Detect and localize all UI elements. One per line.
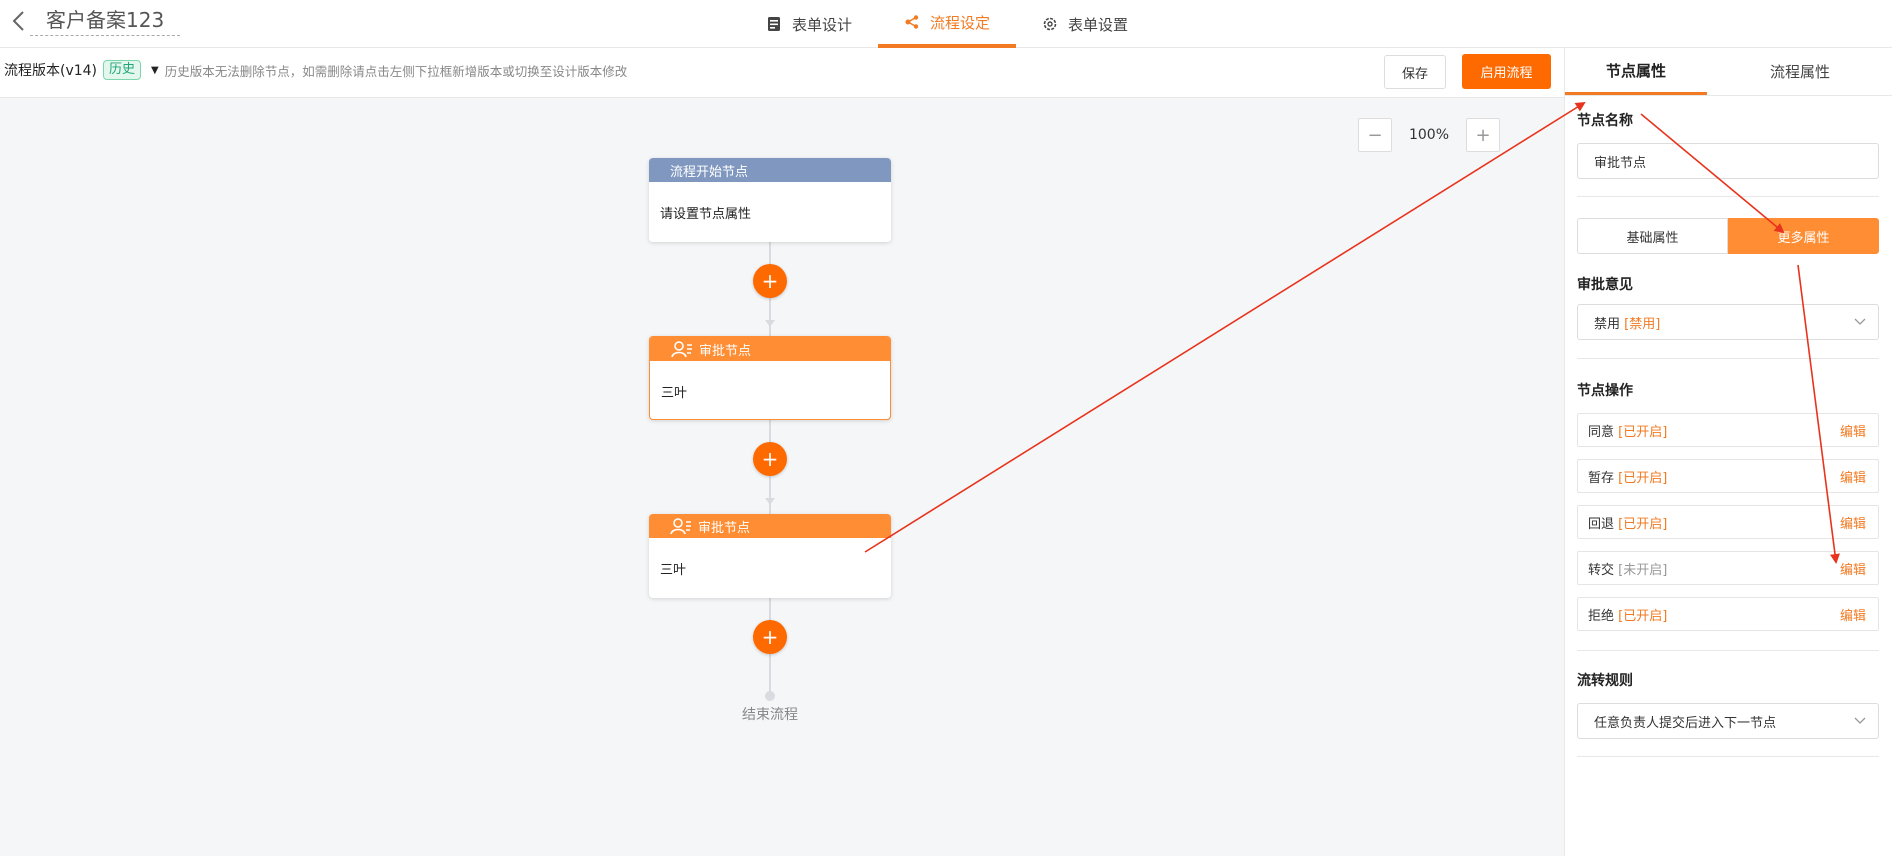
node-body: 请设置节点属性 [660,206,752,222]
approval-node[interactable]: 审批节点 三叶 [649,514,891,598]
select-tag: [禁用] [1624,316,1661,332]
end-flow-label: 结束流程 [742,707,798,723]
operation-row: 转交 [未开启] 编辑 [1577,551,1879,585]
operation-status: [已开启] [1618,470,1668,486]
divider [1577,650,1879,651]
node-body: 三叶 [660,562,687,578]
zoom-out-button[interactable]: − [1358,118,1392,152]
flow-rule-label: 流转规则 [1577,673,1633,689]
flow-canvas[interactable]: − 100% + 流程开始节点 请设置节点属性 + 审批节点 三叶 + 审批节点… [0,98,1564,856]
operation-status: [已开启] [1618,608,1668,624]
tab-node-properties[interactable]: 节点属性 [1565,48,1707,95]
tab-label: 流程设定 [930,13,991,32]
node-body: 三叶 [661,385,688,401]
back-arrow-icon[interactable] [8,8,30,34]
node-operations-label: 节点操作 [1577,383,1633,399]
history-badge: 历史 [103,60,142,80]
add-node-button[interactable]: + [753,442,787,476]
add-node-button[interactable]: + [753,620,787,654]
connector-arrow [765,498,775,505]
operation-name: 同意 [1588,424,1615,440]
edit-link[interactable]: 编辑 [1840,559,1866,578]
chevron-down-icon [1854,318,1866,325]
property-segment: 基础属性 更多属性 [1577,218,1879,254]
tab-form-settings[interactable]: 表单设置 [1016,0,1154,48]
properties-panel: 节点属性 流程属性 节点名称 审批节点 基础属性 更多属性 审批意见 禁用 [禁… [1564,48,1892,856]
flow-rule-select[interactable]: 任意负责人提交后进入下一节点 [1577,703,1879,739]
tab-label: 表单设计 [792,15,853,34]
start-node[interactable]: 流程开始节点 请设置节点属性 [649,158,891,242]
operation-status: [已开启] [1618,424,1668,440]
zoom-control: − 100% + [1358,118,1500,152]
approval-opinion-select[interactable]: 禁用 [禁用] [1577,304,1879,340]
tab-flow-properties[interactable]: 流程属性 [1707,48,1892,95]
caret-down-icon[interactable]: ▼ [151,65,159,76]
node-header: 审批节点 [650,337,890,361]
operation-status: [已开启] [1618,516,1668,532]
divider [1577,196,1879,197]
connector-arrow [765,320,775,327]
gear-icon [1043,17,1057,31]
edit-link[interactable]: 编辑 [1840,467,1866,486]
enable-flow-button[interactable]: 启用流程 [1462,54,1551,89]
basic-properties-button[interactable]: 基础属性 [1577,218,1728,254]
approval-opinion-label: 审批意见 [1577,277,1633,293]
flow-toolbar: 流程版本(v14) 历史 ▼ 历史版本无法删除节点，如需删除请点击左侧下拉框新增… [0,48,1564,98]
node-title: 审批节点 [698,520,751,536]
app-name-field[interactable]: 客户备案123 [30,4,181,36]
tab-flow-setting[interactable]: 流程设定 [878,0,1017,48]
zoom-in-button[interactable]: + [1466,118,1500,152]
divider [1577,756,1879,757]
approver-icon [671,341,692,358]
select-value: 任意负责人提交后进入下一节点 [1594,715,1777,731]
operation-name: 暂存 [1588,470,1615,486]
main-tabs: 表单设计 流程设定 表单设置 [740,0,1154,48]
divider [1577,358,1879,359]
node-name-input[interactable]: 审批节点 [1577,143,1879,179]
save-button[interactable]: 保存 [1384,55,1446,89]
operation-name: 回退 [1588,516,1615,532]
operation-name: 拒绝 [1588,608,1615,624]
top-bar: 客户备案123 表单设计 流程设定 表单设置 [0,0,1892,48]
operation-row: 拒绝 [已开启] 编辑 [1577,597,1879,631]
version-hint: 历史版本无法删除节点，如需删除请点击左侧下拉框新增版本或切换至设计版本修改 [164,63,628,79]
edit-link[interactable]: 编辑 [1840,605,1866,624]
tab-form-design[interactable]: 表单设计 [740,0,878,48]
add-node-button[interactable]: + [753,264,787,298]
node-header: 流程开始节点 [649,158,891,182]
version-selector[interactable]: 流程版本(v14) 历史 ▼ 历史版本无法删除节点，如需删除请点击左侧下拉框新增… [4,60,627,80]
approver-icon [670,518,691,535]
flow-icon [905,15,919,29]
zoom-level: 100% [1408,127,1450,143]
panel-tabs: 节点属性 流程属性 [1565,48,1892,96]
end-dot [765,691,775,701]
edit-link[interactable]: 编辑 [1840,513,1866,532]
chevron-down-icon [1854,717,1866,724]
operation-row: 同意 [已开启] 编辑 [1577,413,1879,447]
approval-node[interactable]: 审批节点 三叶 [649,336,891,420]
operation-name: 转交 [1588,562,1615,578]
more-properties-button[interactable]: 更多属性 [1728,218,1879,254]
operation-status: [未开启] [1618,562,1668,578]
node-title: 审批节点 [699,343,752,359]
edit-link[interactable]: 编辑 [1840,421,1866,440]
operation-row: 回退 [已开启] 编辑 [1577,505,1879,539]
node-name-label: 节点名称 [1577,113,1633,129]
node-title: 流程开始节点 [670,164,749,180]
select-value: 禁用 [1594,316,1621,332]
tab-label: 表单设置 [1068,15,1129,34]
form-icon [768,17,780,31]
operation-row: 暂存 [已开启] 编辑 [1577,459,1879,493]
node-header: 审批节点 [649,514,891,538]
version-label: 流程版本(v14) [4,63,98,79]
